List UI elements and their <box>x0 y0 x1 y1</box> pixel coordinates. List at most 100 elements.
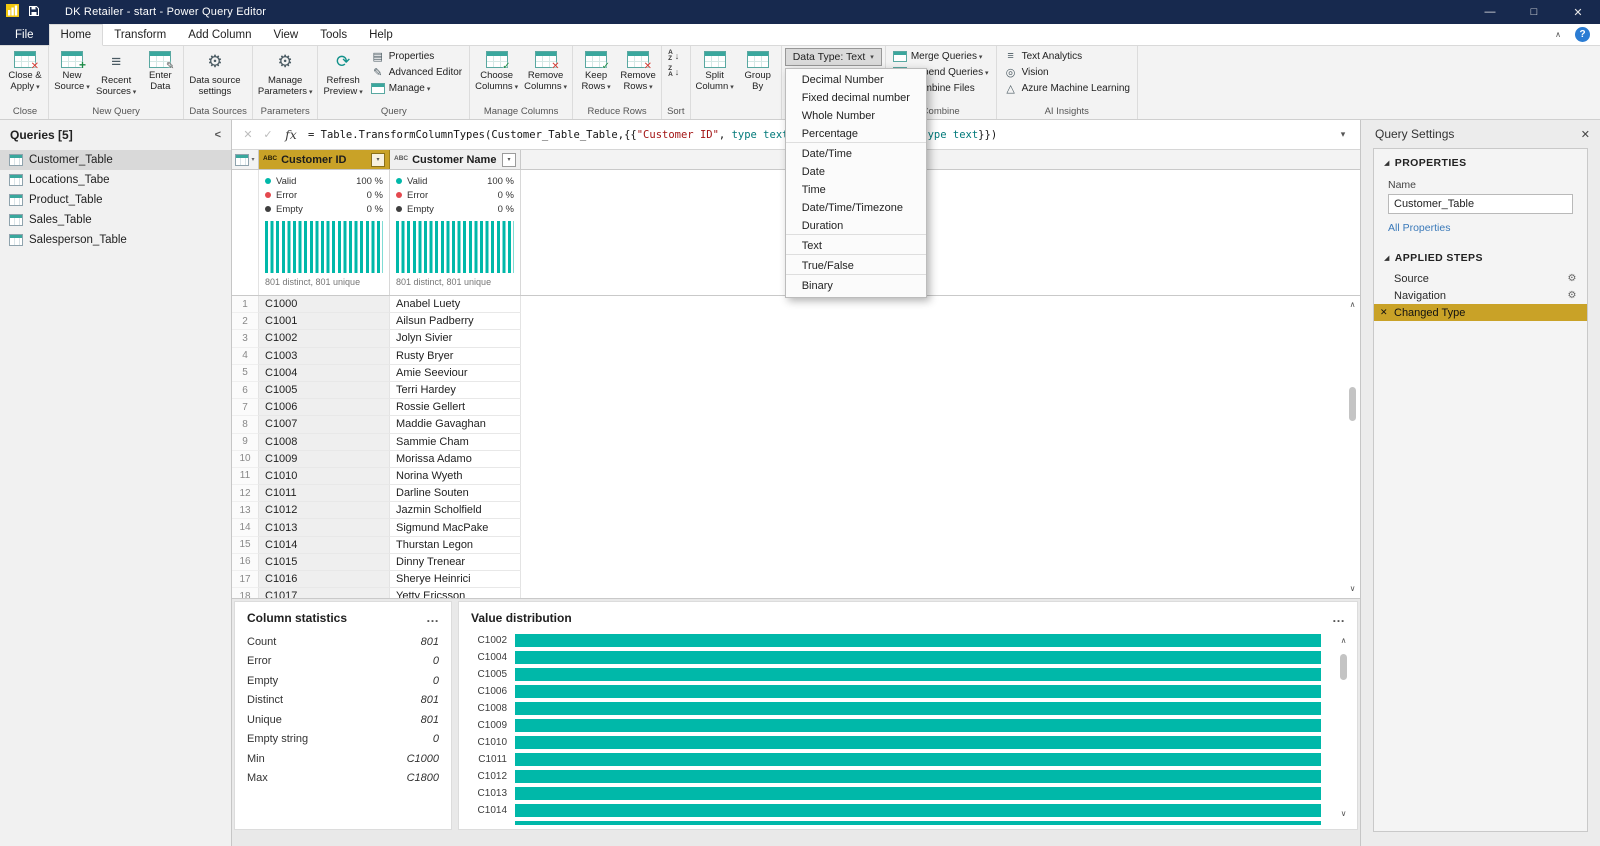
distribution-bar[interactable] <box>515 634 1321 647</box>
cell-customer-name[interactable]: Jolyn Sivier <box>390 330 521 348</box>
vision-button[interactable]: ◎ Vision <box>1000 64 1053 80</box>
cell-customer-id[interactable]: C1006 <box>259 399 390 417</box>
scroll-down-icon[interactable]: ∨ <box>1341 805 1347 821</box>
column-header-customer-name[interactable]: ABC Customer Name ▾ <box>390 150 521 169</box>
scroll-thumb[interactable] <box>1340 654 1347 680</box>
distribution-bar[interactable] <box>515 685 1321 698</box>
datatype-menu-item[interactable]: Date/Time <box>786 145 926 163</box>
cell-customer-id[interactable]: C1005 <box>259 381 390 400</box>
cell-customer-name[interactable]: Maddie Gavaghan <box>390 416 521 434</box>
cell-customer-name[interactable]: Yetty Ericsson <box>390 588 521 598</box>
cell-customer-id[interactable]: C1007 <box>259 416 390 434</box>
collapse-queries-pane-icon[interactable]: < <box>215 129 221 141</box>
distribution-bar[interactable] <box>515 702 1321 715</box>
properties-section-header[interactable]: ◢ PROPERTIES <box>1374 157 1587 169</box>
grid-vertical-scrollbar[interactable]: ∧ ∨ <box>1346 296 1359 596</box>
remove-columns-button[interactable]: Remove Columns <box>522 48 569 92</box>
distribution-scrollbar[interactable]: ∧ ∨ <box>1337 632 1350 821</box>
cell-customer-name[interactable]: Darline Souten <box>390 485 521 503</box>
datatype-menu-item[interactable]: Time <box>786 181 926 199</box>
cell-customer-name[interactable]: Thurstan Legon <box>390 536 521 554</box>
distribution-bar[interactable] <box>515 770 1321 783</box>
cell-customer-name[interactable]: Sigmund MacPake <box>390 519 521 537</box>
cell-customer-id[interactable]: C1001 <box>259 313 390 331</box>
confirm-formula-icon[interactable]: ✓ <box>258 128 278 141</box>
menu-tab[interactable]: Add Column <box>177 24 262 45</box>
applied-step[interactable]: Source <box>1374 270 1587 287</box>
cell-customer-name[interactable]: Morissa Adamo <box>390 450 521 468</box>
menu-tab[interactable]: Transform <box>103 24 177 45</box>
data-source-settings-button[interactable]: ⚙ Data source settings <box>187 48 242 97</box>
close-settings-icon[interactable]: ✕ <box>1581 128 1590 141</box>
group-by-button[interactable]: Group By <box>738 48 778 92</box>
value-histogram[interactable] <box>396 221 514 273</box>
cell-customer-id[interactable]: C1010 <box>259 467 390 486</box>
step-settings-gear-icon[interactable] <box>1565 290 1579 301</box>
cell-customer-name[interactable]: Dinny Trenear <box>390 553 521 571</box>
new-source-button[interactable]: New Source <box>52 48 92 92</box>
cell-customer-name[interactable]: Rossie Gellert <box>390 399 521 417</box>
step-settings-gear-icon[interactable] <box>1565 273 1579 284</box>
collapse-ribbon-icon[interactable]: ∧ <box>1555 30 1561 39</box>
menu-tab[interactable]: Home <box>48 24 104 46</box>
datatype-menu-item[interactable]: Binary <box>786 277 926 295</box>
cell-customer-name[interactable]: Rusty Bryer <box>390 347 521 365</box>
cell-customer-id[interactable]: C1012 <box>259 502 390 520</box>
cell-customer-id[interactable]: C1017 <box>259 588 390 598</box>
scroll-down-icon[interactable]: ∨ <box>1350 580 1356 596</box>
close-apply-button[interactable]: Close & Apply <box>5 48 45 92</box>
keep-rows-button[interactable]: Keep Rows <box>576 48 616 92</box>
distribution-bar[interactable] <box>515 736 1321 749</box>
cell-customer-name[interactable]: Sammie Cham <box>390 433 521 451</box>
menu-tab[interactable]: View <box>263 24 310 45</box>
azure-ml-button[interactable]: △ Azure Machine Learning <box>1000 80 1134 96</box>
query-list-item[interactable]: Customer_Table <box>0 150 231 170</box>
cancel-formula-icon[interactable]: ✕ <box>238 128 258 141</box>
distribution-bar[interactable] <box>515 719 1321 732</box>
scroll-track[interactable] <box>1346 312 1359 580</box>
more-options-icon[interactable]: … <box>426 610 439 625</box>
datatype-menu-item[interactable]: Percentage <box>785 125 926 143</box>
datatype-menu-item[interactable]: Text <box>785 237 926 255</box>
cell-customer-id[interactable]: C1013 <box>259 519 390 537</box>
grid-corner-cell[interactable]: ▾ <box>232 150 259 169</box>
cell-customer-id[interactable]: C1016 <box>259 571 390 589</box>
save-icon[interactable] <box>28 5 40 20</box>
data-type-button[interactable]: Data Type: Text ▾ <box>784 48 882 66</box>
cell-customer-id[interactable]: C1011 <box>259 485 390 503</box>
filter-icon[interactable]: ▾ <box>502 152 516 167</box>
split-column-button[interactable]: Split Column <box>694 48 736 92</box>
datatype-menu-item[interactable]: Decimal Number <box>786 71 926 89</box>
cell-customer-name[interactable]: Jazmin Scholfield <box>390 502 521 520</box>
datatype-menu-item[interactable]: Fixed decimal number <box>786 89 926 107</box>
query-list-item[interactable]: Salesperson_Table <box>0 230 231 250</box>
cell-customer-id[interactable]: C1004 <box>259 364 390 382</box>
cell-customer-id[interactable]: C1003 <box>259 347 390 365</box>
datatype-menu-item[interactable]: Date/Time/Timezone <box>786 199 926 217</box>
menu-tab[interactable]: File <box>0 24 49 45</box>
scroll-thumb[interactable] <box>1349 387 1356 422</box>
cell-customer-id[interactable]: C1002 <box>259 330 390 348</box>
query-list-item[interactable]: Product_Table <box>0 190 231 210</box>
cell-customer-name[interactable]: Sherye Heinrici <box>390 571 521 589</box>
applied-step[interactable]: Navigation <box>1374 287 1587 304</box>
distribution-bar[interactable] <box>515 753 1321 766</box>
scroll-up-icon[interactable]: ∧ <box>1341 632 1347 648</box>
cell-customer-name[interactable]: Norina Wyeth <box>390 467 521 486</box>
cell-customer-name[interactable]: Terri Hardey <box>390 381 521 400</box>
remove-rows-button[interactable]: Remove Rows <box>618 48 658 92</box>
enter-data-button[interactable]: Enter Data <box>140 48 180 92</box>
refresh-preview-button[interactable]: ⟳ Refresh Preview <box>321 48 364 97</box>
scroll-track[interactable] <box>1337 648 1350 805</box>
cell-customer-id[interactable]: C1009 <box>259 450 390 468</box>
sort-ascending-button[interactable]: AZ ↓ <box>665 48 682 64</box>
menu-tab[interactable]: Help <box>358 24 404 45</box>
formula-expand-icon[interactable]: ▾ <box>1332 129 1354 140</box>
all-properties-link[interactable]: All Properties <box>1374 214 1587 246</box>
datatype-menu-item[interactable]: Duration <box>785 217 926 235</box>
query-list-item[interactable]: Locations_Tabe <box>0 170 231 190</box>
help-icon[interactable]: ? <box>1575 27 1590 42</box>
merge-queries-button[interactable]: Merge Queries <box>889 48 987 64</box>
distribution-bar[interactable] <box>515 668 1321 681</box>
recent-sources-button[interactable]: ≡ Recent Sources <box>94 48 138 97</box>
